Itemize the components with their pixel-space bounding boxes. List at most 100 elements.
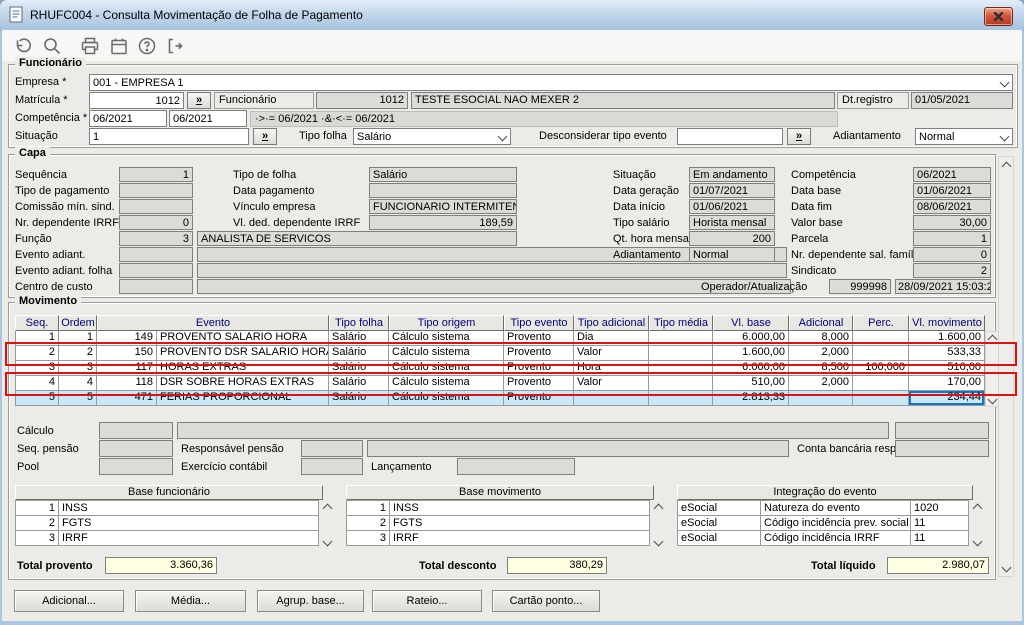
list-item[interactable]: 1020 — [911, 500, 969, 516]
scroll-down-icon[interactable] — [320, 534, 334, 548]
exit-button[interactable] — [162, 34, 186, 58]
close-button[interactable] — [984, 7, 1013, 26]
main-scrollbar[interactable] — [998, 156, 1014, 577]
adicional-button[interactable]: Adicional... — [14, 590, 124, 612]
chevron-down-icon — [499, 133, 506, 140]
calendar-button[interactable] — [107, 34, 131, 58]
scroll-down-icon[interactable] — [999, 560, 1013, 574]
column-header-tipo-adicional[interactable]: Tipo adicional — [574, 315, 649, 331]
scroll-up-icon[interactable] — [999, 159, 1013, 173]
list-item[interactable]: Código incidência IRRF — [761, 530, 911, 546]
list-item[interactable]: INSS — [59, 500, 319, 516]
table-row-selected[interactable]: 5 5 471 FERIAS PROPORCIONAL Salário Cálc… — [15, 391, 985, 406]
scroll-up-icon[interactable] — [320, 501, 334, 515]
list-item[interactable]: 2 — [15, 515, 59, 531]
cell-tipo-adicional — [574, 391, 649, 406]
column-header-adicional[interactable]: Adicional — [789, 315, 853, 331]
capa-competencia-field: 06/2021 — [913, 167, 991, 182]
integracao-scrollbar[interactable] — [970, 501, 984, 548]
competencia-from-input[interactable] — [89, 110, 167, 127]
adiantamento-select[interactable]: Normal — [915, 128, 1013, 145]
list-item[interactable]: 2 — [346, 515, 390, 531]
column-header-tipo-origem[interactable]: Tipo origem — [389, 315, 504, 331]
comissao-field — [119, 199, 193, 214]
print-button[interactable] — [78, 34, 102, 58]
base-movimento-list: 1INSS 2FGTS 3IRRF — [346, 501, 650, 546]
media-button[interactable]: Média... — [135, 590, 246, 612]
base-movimento-scrollbar[interactable] — [651, 501, 665, 548]
agrup-base-button[interactable]: Agrup. base... — [257, 590, 364, 612]
exit-icon — [164, 36, 184, 56]
empresa-select[interactable]: 001 - EMPRESA 1 — [89, 74, 1013, 91]
column-header-ordem[interactable]: Ordem — [59, 315, 97, 331]
search-button[interactable] — [40, 34, 64, 58]
cell-tipo-folha: Salário — [329, 346, 389, 361]
centro-custo-field — [119, 279, 193, 294]
list-item[interactable]: 1 — [15, 500, 59, 516]
list-item[interactable]: eSocial — [677, 515, 761, 531]
list-item[interactable]: 11 — [911, 530, 969, 546]
cell-vl-movimento-focused[interactable]: 234,44 — [909, 391, 985, 406]
column-header-vl-movimento[interactable]: Vl. movimento — [909, 315, 985, 331]
cell-adicional: 8,000 — [789, 331, 853, 346]
table-row[interactable]: 3 3 117 HORAS EXTRAS Salário Cálculo sis… — [15, 361, 985, 376]
help-button[interactable] — [135, 34, 159, 58]
list-item[interactable]: eSocial — [677, 530, 761, 546]
tipo-folha-select[interactable]: Salário — [353, 128, 511, 145]
list-item[interactable]: IRRF — [390, 530, 650, 546]
scroll-down-icon[interactable] — [970, 534, 984, 548]
cell-codigo: 117 — [97, 361, 157, 376]
scroll-up-icon[interactable] — [970, 501, 984, 515]
base-funcionario-scrollbar[interactable] — [320, 501, 334, 548]
column-header-tipo-media[interactable]: Tipo média — [649, 315, 713, 331]
list-item[interactable]: INSS — [390, 500, 650, 516]
cell-vl-movimento: 533,33 — [909, 346, 985, 361]
rateio-button[interactable]: Rateio... — [372, 590, 482, 612]
matricula-input[interactable] — [89, 92, 184, 109]
column-header-vl-base[interactable]: Vl. base — [713, 315, 789, 331]
table-row[interactable]: 1 1 149 PROVENTO SALARIO HORA Salário Cá… — [15, 331, 985, 346]
table-row[interactable]: 4 4 118 DSR SOBRE HORAS EXTRAS Salário C… — [15, 376, 985, 391]
list-item[interactable]: 3 — [346, 530, 390, 546]
list-item[interactable]: 1 — [346, 500, 390, 516]
column-header-perc[interactable]: Perc. — [853, 315, 909, 331]
column-header-tipo-folha[interactable]: Tipo folha — [329, 315, 389, 331]
scroll-up-icon[interactable] — [651, 501, 665, 515]
integracao-header: Integração do evento — [677, 485, 973, 500]
list-item[interactable]: FGTS — [59, 515, 319, 531]
total-provento-field: 3.360,36 — [105, 557, 217, 574]
situacao-input[interactable] — [89, 128, 249, 145]
cell-tipo-origem: Cálculo sistema — [389, 331, 504, 346]
app-window: RHUFC004 - Consulta Movimentação de Folh… — [0, 0, 1024, 625]
desconsiderar-lookup-button[interactable]: » — [787, 128, 811, 145]
cell-vl-movimento: 510,00 — [909, 361, 985, 376]
matricula-lookup-button[interactable]: » — [187, 92, 211, 109]
empresa-value: 001 - EMPRESA 1 — [93, 76, 184, 90]
undo-button[interactable] — [10, 34, 34, 58]
funcao-label: Função — [15, 232, 52, 246]
scroll-down-icon[interactable] — [651, 534, 665, 548]
cartao-ponto-button[interactable]: Cartão ponto... — [492, 590, 600, 612]
column-header-seq[interactable]: Seq. — [15, 315, 59, 331]
list-item[interactable]: FGTS — [390, 515, 650, 531]
column-header-tipo-evento[interactable]: Tipo evento — [504, 315, 574, 331]
list-item[interactable]: eSocial — [677, 500, 761, 516]
capa-group-title: Capa — [15, 147, 50, 159]
nr-dep-irrf-label: Nr. dependente IRRF — [15, 216, 119, 230]
cell-perc: 100,000 — [853, 361, 909, 376]
table-row[interactable]: 2 2 150 PROVENTO DSR SALARIO HORA Salári… — [15, 346, 985, 361]
list-item[interactable]: Natureza do evento — [761, 500, 911, 516]
list-item[interactable]: 3 — [15, 530, 59, 546]
column-header-evento[interactable]: Evento — [97, 315, 329, 331]
competencia-to-input[interactable] — [169, 110, 247, 127]
cell-tipo-evento: Provento — [504, 391, 574, 406]
list-item[interactable]: IRRF — [59, 530, 319, 546]
comissao-label: Comissão mín. sind. — [15, 200, 115, 214]
list-item[interactable]: Código incidência prev. social — [761, 515, 911, 531]
cell-codigo: 149 — [97, 331, 157, 346]
situacao-lookup-button[interactable]: » — [253, 128, 277, 145]
list-item[interactable]: 11 — [911, 515, 969, 531]
desconsiderar-input[interactable] — [677, 128, 783, 145]
close-icon — [993, 12, 1004, 21]
data-base-label: Data base — [791, 184, 841, 198]
